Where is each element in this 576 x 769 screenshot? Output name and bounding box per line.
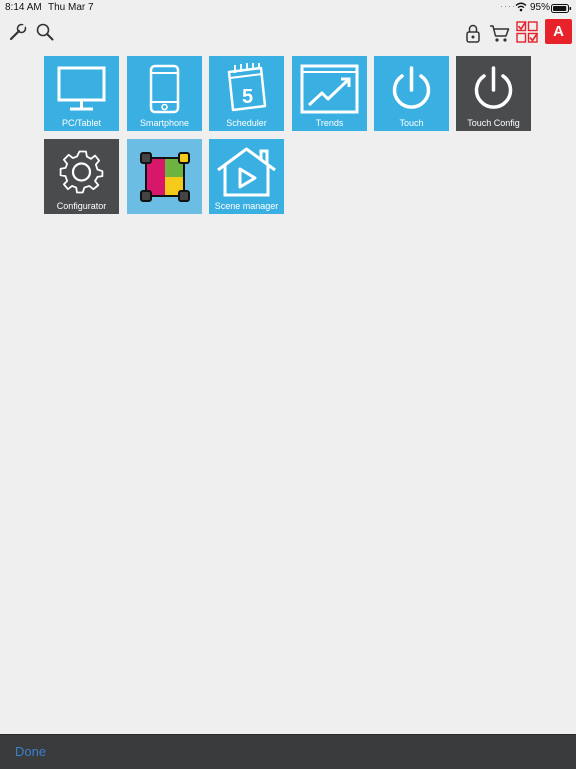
tile-label: Smartphone xyxy=(139,118,190,128)
bottom-bar: Done xyxy=(0,734,576,769)
tile-smartphone[interactable]: Smartphone xyxy=(127,56,202,131)
status-time: 8:14 AM xyxy=(5,2,42,13)
power-icon xyxy=(474,66,513,109)
color-grid-icon xyxy=(140,152,190,202)
trend-chart-icon xyxy=(300,64,359,114)
calendar-icon: 5 xyxy=(227,63,267,112)
monitor-icon xyxy=(57,66,106,111)
calendar-day-number: 5 xyxy=(242,86,253,108)
tile-label: Touch xyxy=(399,118,424,128)
gear-icon xyxy=(59,150,104,194)
power-icon xyxy=(392,66,431,109)
tile-label: Touch Config xyxy=(467,118,520,128)
tile-label: Scheduler xyxy=(226,118,267,128)
search-icon[interactable] xyxy=(35,22,55,42)
done-button[interactable]: Done xyxy=(15,744,46,759)
tile-label: Scene manager xyxy=(214,201,279,211)
tile-trends[interactable]: Trends xyxy=(292,56,367,131)
tile-pc-tablet[interactable]: PC/Tablet xyxy=(44,56,119,131)
tile-touch-config[interactable]: Touch Config xyxy=(456,56,531,131)
cart-icon[interactable] xyxy=(489,23,511,43)
tile-label: Trends xyxy=(315,118,344,128)
tile-touch[interactable]: Touch xyxy=(374,56,449,131)
tile-color-grid[interactable] xyxy=(127,139,202,214)
tile-scheduler[interactable]: 5 Scheduler xyxy=(209,56,284,131)
wifi-icon xyxy=(515,2,527,12)
tile-scene-manager[interactable]: Scene manager xyxy=(209,139,284,214)
status-bar: 8:14 AM Thu Mar 7 ···· 95% xyxy=(0,0,576,16)
wrench-icon[interactable] xyxy=(8,22,28,42)
status-date: Thu Mar 7 xyxy=(48,2,94,13)
home-play-icon xyxy=(217,147,276,197)
tile-label: PC/Tablet xyxy=(61,118,102,128)
status-dots: ···· xyxy=(500,1,516,11)
battery-percent: 95% xyxy=(530,2,551,13)
checklist-icon[interactable] xyxy=(516,21,538,43)
smartphone-icon xyxy=(149,64,180,114)
battery-icon xyxy=(551,4,572,13)
tile-configurator[interactable]: Configurator xyxy=(44,139,119,214)
tile-label: Configurator xyxy=(56,201,107,211)
account-icon[interactable]: A xyxy=(545,19,572,44)
lock-icon[interactable] xyxy=(464,23,482,43)
account-letter: A xyxy=(553,23,564,40)
